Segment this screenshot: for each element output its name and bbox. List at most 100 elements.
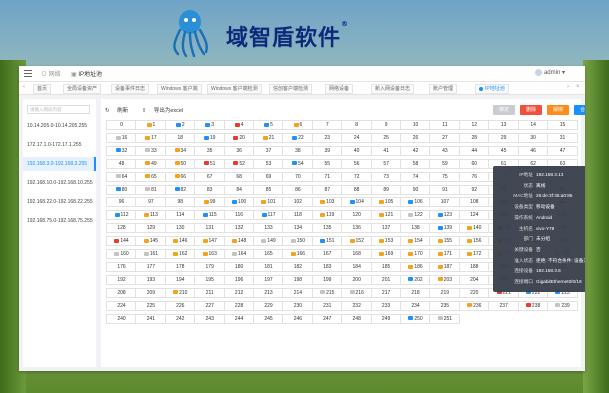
ip-cell[interactable]: 105	[370, 197, 402, 208]
user-menu[interactable]: admin ▾	[534, 69, 565, 76]
ip-cell[interactable]: 155	[429, 236, 461, 247]
ip-cell[interactable]: 180	[223, 261, 255, 272]
ip-cell[interactable]: 3	[194, 120, 226, 130]
ip-cell[interactable]: 203	[429, 274, 461, 285]
ip-cell[interactable]: 67	[194, 171, 226, 182]
ip-cell[interactable]: 246	[282, 313, 314, 324]
ip-cell[interactable]: 210	[164, 287, 196, 298]
tab-4[interactable]: Windows 客户端检测	[207, 84, 262, 94]
ip-cell[interactable]: 187	[429, 261, 461, 272]
ip-cell[interactable]: 64	[106, 171, 137, 182]
ip-cell[interactable]: 181	[253, 261, 284, 272]
ip-cell[interactable]: 235	[429, 300, 461, 311]
ip-cell[interactable]: 39	[311, 145, 343, 156]
ip-cell[interactable]: 198	[282, 274, 314, 285]
ip-cell[interactable]: 148	[223, 236, 255, 247]
ip-cell[interactable]: 55	[311, 158, 343, 169]
ip-cell[interactable]: 117	[253, 210, 284, 221]
ip-cell[interactable]: 218	[400, 287, 431, 298]
ip-cell[interactable]: 71	[311, 171, 343, 182]
ip-cell[interactable]: 88	[341, 184, 373, 195]
ip-cell[interactable]: 100	[223, 197, 255, 208]
ip-cell[interactable]: 101	[253, 197, 284, 208]
ip-cell[interactable]: 250	[400, 313, 431, 324]
action-button-3[interactable]: 合并	[574, 105, 585, 115]
ip-cell[interactable]: 199	[311, 274, 343, 285]
ip-cell[interactable]: 234	[400, 300, 431, 311]
ip-cell[interactable]: 113	[135, 210, 167, 221]
ip-cell[interactable]: 197	[253, 274, 284, 285]
ip-cell[interactable]: 49	[135, 158, 167, 169]
ip-cell[interactable]: 11	[429, 120, 461, 130]
ip-cell[interactable]: 202	[400, 274, 431, 285]
ip-cell[interactable]: 168	[341, 249, 373, 259]
ip-cell[interactable]: 33	[135, 145, 167, 156]
ip-cell[interactable]: 128	[106, 223, 137, 234]
tab-2[interactable]: 设备事件日志	[111, 84, 150, 94]
ip-cell[interactable]: 228	[223, 300, 255, 311]
ip-cell[interactable]: 81	[135, 184, 167, 195]
ip-cell[interactable]: 249	[370, 313, 402, 324]
ip-cell[interactable]: 21	[253, 132, 284, 143]
ip-cell[interactable]: 147	[194, 236, 226, 247]
ip-cell[interactable]: 237	[488, 300, 520, 311]
ip-cell[interactable]: 226	[164, 300, 196, 311]
ip-cell[interactable]: 212	[223, 287, 255, 298]
ip-cell[interactable]: 146	[164, 236, 196, 247]
tab-9[interactable]: IP地址池	[475, 84, 509, 94]
ip-cell[interactable]: 240	[106, 313, 137, 324]
segment-item[interactable]: 192.168.22.0-192.168.22.255	[23, 195, 96, 209]
segment-search-input[interactable]: 请输入网段内容	[27, 105, 90, 114]
ip-cell[interactable]: 195	[194, 274, 226, 285]
ip-cell[interactable]: 34	[164, 145, 196, 156]
ip-cell[interactable]: 231	[311, 300, 343, 311]
ip-cell[interactable]: 220	[458, 287, 490, 298]
ip-cell[interactable]: 229	[253, 300, 284, 311]
ip-cell[interactable]: 47	[547, 145, 578, 156]
ip-cell[interactable]: 26	[400, 132, 431, 143]
breadcrumb-home[interactable]: ⊙ 网络	[41, 69, 61, 78]
segment-item[interactable]: 10.14.205.0-10.14.205.255	[23, 119, 96, 133]
ip-cell[interactable]: 84	[223, 184, 255, 195]
tab-scroll-right-icon[interactable]: ›	[567, 84, 569, 90]
ip-cell[interactable]: 172	[458, 249, 490, 259]
ip-cell[interactable]: 115	[194, 210, 226, 221]
ip-cell[interactable]: 241	[135, 313, 167, 324]
tab-1[interactable]: 全局设备资产	[63, 84, 102, 94]
ip-cell[interactable]: 9	[370, 120, 402, 130]
ip-cell[interactable]: 96	[106, 197, 137, 208]
ip-cell[interactable]: 90	[400, 184, 431, 195]
ip-cell[interactable]: 2	[164, 120, 196, 130]
ip-cell[interactable]: 135	[311, 223, 343, 234]
ip-cell[interactable]: 164	[223, 249, 255, 259]
ip-cell[interactable]: 38	[282, 145, 314, 156]
ip-cell[interactable]: 244	[223, 313, 255, 324]
ip-cell[interactable]: 217	[370, 287, 402, 298]
action-button-2[interactable]: 解绑	[547, 105, 569, 115]
ip-cell[interactable]: 17	[135, 132, 167, 143]
ip-cell[interactable]: 134	[282, 223, 314, 234]
ip-cell[interactable]: 103	[311, 197, 343, 208]
ip-cell[interactable]: 242	[164, 313, 196, 324]
ip-cell[interactable]: 83	[194, 184, 226, 195]
ip-cell[interactable]: 15	[547, 120, 578, 130]
tab-7[interactable]: 新入网设备日志	[371, 84, 415, 94]
ip-cell[interactable]: 70	[282, 171, 314, 182]
ip-cell[interactable]: 42	[400, 145, 431, 156]
ip-cell[interactable]: 29	[488, 132, 520, 143]
ip-cell[interactable]: 36	[223, 145, 255, 156]
ip-cell[interactable]: 177	[135, 261, 167, 272]
ip-cell[interactable]: 145	[135, 236, 167, 247]
ip-cell[interactable]: 239	[547, 300, 578, 311]
ip-cell[interactable]: 233	[370, 300, 402, 311]
tab-close-all-icon[interactable]: ×	[576, 84, 580, 90]
ip-cell[interactable]: 122	[400, 210, 431, 221]
ip-cell[interactable]: 154	[400, 236, 431, 247]
action-button-0[interactable]: 绑定	[493, 105, 515, 115]
ip-cell[interactable]: 92	[458, 184, 490, 195]
ip-cell[interactable]: 102	[282, 197, 314, 208]
ip-cell[interactable]: 166	[282, 249, 314, 259]
ip-cell[interactable]: 129	[135, 223, 167, 234]
ip-cell[interactable]: 121	[370, 210, 402, 221]
ip-cell[interactable]: 4	[223, 120, 255, 130]
